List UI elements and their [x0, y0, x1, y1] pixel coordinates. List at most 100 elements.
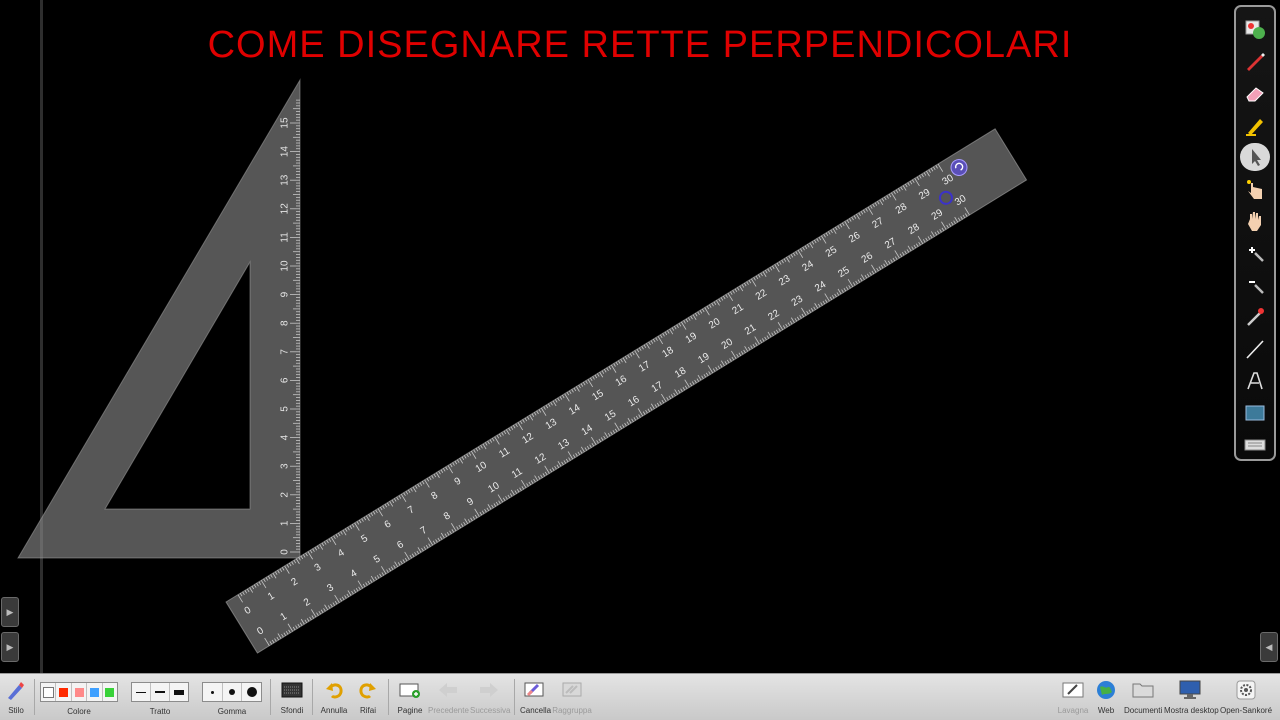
web-label: Web — [1097, 706, 1115, 715]
open-sankore-label: Open-Sankoré — [1219, 706, 1273, 715]
documents-label: Documenti — [1124, 706, 1163, 715]
stroke-label-wrap: Tratto — [131, 704, 189, 716]
backgrounds-label: Sfondi — [280, 706, 304, 715]
group-button[interactable]: Raggruppa — [552, 677, 592, 715]
eraser-icon[interactable] — [1240, 79, 1270, 107]
stylus-icon — [4, 677, 28, 703]
color-label: Colore — [67, 707, 91, 716]
board-icon — [1056, 677, 1090, 703]
set-square-scale-label: 12 — [280, 203, 291, 215]
set-square-scale-label: 3 — [280, 463, 291, 469]
documents-button[interactable]: Documenti — [1124, 677, 1162, 715]
previous-page-label: Precedente — [428, 706, 469, 715]
pages-toggle-tab[interactable]: ▶ — [1, 632, 19, 662]
ruler[interactable]: 0123456789101112131415161718192021222324… — [225, 128, 1028, 654]
set-square-scale-label: 5 — [280, 406, 291, 412]
color-picker-icon[interactable] — [1240, 15, 1270, 43]
next-page-label: Successiva — [470, 706, 511, 715]
zoom-out-icon[interactable] — [1240, 271, 1270, 299]
set-square-scale-label: 10 — [280, 260, 291, 272]
set-square-scale-label: 8 — [280, 320, 291, 326]
color-swatch-red[interactable] — [56, 683, 72, 701]
stylus-button[interactable]: Stilo — [4, 677, 28, 715]
right-panel-toggle-tab[interactable]: ◀ — [1260, 632, 1278, 662]
eraser-label-wrap: Gomma — [202, 704, 262, 716]
eraser-small-option[interactable] — [203, 683, 223, 701]
group-label: Raggruppa — [552, 706, 592, 715]
toolbar-separator — [34, 679, 35, 715]
group-icon — [552, 677, 592, 703]
whiteboard-canvas[interactable]: COME DISEGNARE RETTE PERPENDICOLARI 0123… — [0, 0, 1280, 673]
previous-page-button[interactable]: Precedente — [428, 677, 469, 715]
set-square-scale-label: 7 — [280, 349, 291, 355]
show-desktop-label: Mostra desktop — [1164, 706, 1219, 715]
toolbar-separator — [514, 679, 515, 715]
text-icon[interactable] — [1240, 367, 1270, 395]
keyboard-icon[interactable] — [1240, 431, 1270, 459]
pages-button[interactable]: Pagine — [394, 677, 426, 715]
arrow-left-icon — [428, 677, 468, 703]
gear-icon — [1218, 677, 1274, 703]
next-page-button[interactable]: Successiva — [470, 677, 511, 715]
color-swatch-blue[interactable] — [87, 683, 103, 701]
eraser-large-option[interactable] — [242, 683, 261, 701]
board-mode-button[interactable]: Lavagna — [1056, 677, 1090, 715]
stylus-label: Stilo — [8, 706, 24, 715]
stroke-label: Tratto — [149, 707, 171, 716]
set-square-scale-label: 14 — [280, 146, 291, 158]
pages-label: Pagine — [397, 706, 423, 715]
backgrounds-button[interactable]: Sfondi — [278, 677, 306, 715]
monitor-icon — [1164, 677, 1216, 703]
folder-icon — [1124, 677, 1162, 703]
color-selector — [40, 682, 118, 702]
set-square-scale-label: 0 — [280, 549, 291, 555]
redo-button[interactable]: Rifai — [354, 677, 382, 715]
web-button[interactable]: Web — [1094, 677, 1118, 715]
stroke-medium-option[interactable] — [151, 683, 170, 701]
add-page-icon — [394, 677, 426, 703]
line-icon[interactable] — [1240, 335, 1270, 363]
pen-icon[interactable] — [1240, 47, 1270, 75]
capture-icon[interactable] — [1240, 399, 1270, 427]
set-square-scale-label: 9 — [280, 291, 291, 297]
color-swatch-pink[interactable] — [72, 683, 88, 701]
selector-icon[interactable] — [1240, 143, 1270, 171]
set-square-scale-label: 15 — [280, 117, 291, 129]
zoom-in-icon[interactable] — [1240, 239, 1270, 267]
toolbar-separator — [312, 679, 313, 715]
set-square-scale-label: 6 — [280, 377, 291, 383]
set-square-scale-label: 13 — [280, 174, 291, 186]
color-swatch-green[interactable] — [103, 683, 117, 701]
pan-hand-icon[interactable] — [1240, 207, 1270, 235]
undo-button[interactable]: Annulla — [318, 677, 350, 715]
color-swatch-white[interactable] — [41, 683, 57, 701]
laser-pointer-icon[interactable] — [1240, 303, 1270, 331]
stroke-thick-option[interactable] — [170, 683, 188, 701]
set-square[interactable]: 0123456789101112131415 — [17, 78, 301, 559]
geometry-tools-layer: 0123456789101112131415 01234567891011121… — [17, 78, 1028, 654]
arrow-right-icon — [470, 677, 508, 703]
eraser-label: Gomma — [217, 707, 247, 716]
clear-label: Cancella — [520, 706, 552, 715]
color-label-wrap: Colore — [40, 704, 118, 716]
stylus-palette — [1234, 5, 1276, 461]
set-square-scale-label: 2 — [280, 492, 291, 498]
open-sankore-menu-button[interactable]: Open-Sankoré — [1218, 677, 1274, 715]
library-toggle-tab[interactable]: ▶ — [1, 597, 19, 627]
show-desktop-button[interactable]: Mostra desktop — [1164, 677, 1219, 715]
bottom-toolbar: Stilo Colore Tratto Gomma Sfondi Annulla… — [0, 673, 1280, 720]
toolbar-separator — [388, 679, 389, 715]
interact-hand-icon[interactable] — [1240, 175, 1270, 203]
clear-button[interactable]: Cancella — [520, 677, 552, 715]
globe-icon — [1094, 677, 1118, 703]
set-square-scale-label: 1 — [280, 520, 291, 526]
highlighter-icon[interactable] — [1240, 111, 1270, 139]
stroke-selector — [131, 682, 189, 702]
redo-icon — [354, 677, 382, 703]
set-square-scale-label: 11 — [280, 232, 291, 243]
toolbar-separator — [270, 679, 271, 715]
redo-label: Rifai — [359, 706, 376, 715]
undo-label: Annulla — [320, 706, 348, 715]
eraser-medium-option[interactable] — [223, 683, 243, 701]
stroke-thin-option[interactable] — [132, 683, 151, 701]
